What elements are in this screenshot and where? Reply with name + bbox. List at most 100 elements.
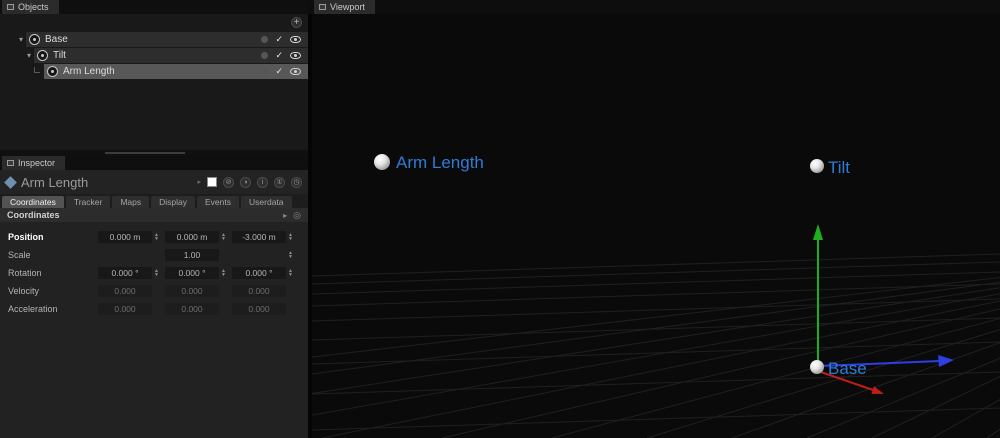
slash-circle-icon[interactable]: ⊘: [223, 176, 234, 188]
record-toggle-icon[interactable]: [261, 52, 269, 59]
viewport-label-tilt: Tilt: [828, 158, 851, 177]
tab-inspector[interactable]: Inspector: [2, 156, 66, 170]
scale-field[interactable]: 1.00: [165, 249, 219, 261]
pointer-icon[interactable]: ▸: [283, 211, 287, 220]
velocity-row: Velocity 0.000 0.000 0.000: [0, 283, 308, 299]
objects-panel: + ▾ Base ✓ ▾ Tilt ✓ Arm Length ✓: [0, 14, 308, 150]
velocity-label: Velocity: [8, 286, 40, 296]
rotation-x-field[interactable]: 0.000 °: [98, 267, 152, 279]
acceleration-row: Acceleration 0.000 0.000 0.000: [0, 301, 308, 317]
tree-item-label: Arm Length: [63, 66, 115, 77]
tab-viewport-label: Viewport: [330, 2, 365, 12]
object-icon: [29, 34, 40, 45]
acceleration-label: Acceleration: [8, 304, 58, 314]
tree-item-label: Tilt: [53, 50, 66, 61]
enabled-check-icon[interactable]: ✓: [275, 51, 283, 60]
splitter-handle[interactable]: [105, 152, 185, 154]
tab-display[interactable]: Display: [151, 196, 196, 208]
color-swatch[interactable]: [207, 177, 217, 187]
inspector-title: Arm Length: [21, 174, 89, 190]
coordinates-section-header: Coordinates ▸ ◎: [0, 208, 308, 222]
tree-item-label: Base: [45, 34, 68, 45]
section-title: Coordinates: [7, 210, 60, 220]
sphere-tilt[interactable]: [810, 159, 824, 173]
tab-maps[interactable]: Maps: [112, 196, 150, 208]
viewport-canvas[interactable]: Arm Length Tilt Base: [312, 14, 1000, 438]
grid-lines: [312, 253, 1000, 438]
acceleration-y-field: 0.000: [165, 303, 219, 315]
application-window: Objects + ▾ Base ✓ ▾ Tilt ✓ Arm Length ✓…: [0, 0, 1000, 438]
add-object-button[interactable]: +: [291, 17, 302, 28]
sphere-arm-length[interactable]: [374, 154, 390, 170]
inspector-header: Arm Length ▸ ⊘ ◑ i ① ◷: [0, 170, 308, 194]
record-toggle-icon[interactable]: [261, 68, 269, 75]
object-icon: [47, 66, 58, 77]
tab-objects-label: Objects: [18, 2, 49, 12]
tab-events[interactable]: Events: [197, 196, 240, 208]
objects-tabbar: Objects: [0, 0, 308, 14]
scale-row: Scale 1.00 ▲ ▼: [0, 247, 308, 263]
acceleration-z-field: 0.000: [232, 303, 286, 315]
green-axis-arrow[interactable]: [813, 224, 823, 366]
position-x-field[interactable]: 0.000 m: [98, 231, 152, 243]
stepper[interactable]: ▲ ▼: [288, 233, 293, 242]
velocity-x-field: 0.000: [98, 285, 152, 297]
stepper[interactable]: ▲ ▼: [221, 233, 226, 242]
tab-tracker[interactable]: Tracker: [65, 196, 111, 208]
enabled-check-icon[interactable]: ✓: [275, 35, 283, 44]
tree-branch-icon: [34, 66, 40, 73]
inspector-tabs: Coordinates Tracker Maps Display Events …: [0, 194, 308, 208]
tab-viewport[interactable]: Viewport: [314, 0, 375, 14]
target-icon[interactable]: ◎: [293, 210, 301, 221]
coordinates-properties: Position 0.000 m ▲ ▼ 0.000 m ▲ ▼ -3.000 m …: [0, 222, 308, 317]
grid-and-gizmo-layer: [312, 224, 1000, 438]
tree-row-base[interactable]: ▾ Base ✓: [0, 32, 308, 47]
clock-icon[interactable]: ◷: [291, 176, 302, 188]
tree-indent: [0, 64, 44, 79]
expander-icon[interactable]: ▾: [19, 35, 26, 44]
panel-icon: [319, 4, 326, 10]
velocity-y-field: 0.000: [165, 285, 219, 297]
viewport-label-base: Base: [828, 359, 867, 378]
object-tree: ▾ Base ✓ ▾ Tilt ✓ Arm Length ✓: [0, 32, 308, 80]
visibility-eye-icon[interactable]: [290, 52, 301, 59]
object-type-icon: [4, 175, 17, 189]
tab-coordinates[interactable]: Coordinates: [2, 196, 64, 208]
tree-row-arm-length[interactable]: Arm Length ✓: [0, 64, 308, 79]
panel-icon: [7, 4, 14, 10]
record-toggle-icon[interactable]: [261, 36, 269, 43]
enabled-check-icon[interactable]: ✓: [275, 67, 283, 76]
tab-objects[interactable]: Objects: [2, 0, 59, 14]
sphere-base[interactable]: [810, 360, 824, 374]
viewport-panel: Viewport Arm Length Tilt Base: [308, 0, 1000, 438]
visibility-eye-icon[interactable]: [290, 68, 301, 75]
expander-icon[interactable]: ▾: [27, 51, 34, 60]
stepper[interactable]: ▲ ▼: [288, 269, 293, 278]
rotation-y-field[interactable]: 0.000 °: [165, 267, 219, 279]
rotation-row: Rotation 0.000 ° ▲ ▼ 0.000 ° ▲ ▼ 0.000 ° ▲…: [0, 265, 308, 281]
menu-arrow-icon[interactable]: ▸: [197, 178, 201, 186]
position-label: Position: [8, 232, 44, 242]
viewport-label-arm-length: Arm Length: [396, 153, 484, 172]
inspector-panel: Inspector Arm Length ▸ ⊘ ◑ i ① ◷ Coordin…: [0, 156, 308, 438]
left-panel: Objects + ▾ Base ✓ ▾ Tilt ✓ Arm Length ✓…: [0, 0, 308, 438]
velocity-z-field: 0.000: [232, 285, 286, 297]
stepper[interactable]: ▲ ▼: [221, 269, 226, 278]
rotation-z-field[interactable]: 0.000 °: [232, 267, 286, 279]
tree-indent: ▾: [0, 32, 26, 47]
acceleration-x-field: 0.000: [98, 303, 152, 315]
stepper[interactable]: ▲ ▼: [154, 233, 159, 242]
inspector-tabbar: Inspector: [0, 156, 308, 170]
stepper[interactable]: ▲ ▼: [288, 251, 293, 260]
info-icon[interactable]: i: [257, 176, 268, 188]
object-icon: [37, 50, 48, 61]
contrast-icon[interactable]: ◑: [240, 176, 251, 188]
scale-label: Scale: [8, 250, 31, 260]
index-icon[interactable]: ①: [274, 176, 285, 188]
stepper[interactable]: ▲ ▼: [154, 269, 159, 278]
visibility-eye-icon[interactable]: [290, 36, 301, 43]
tab-userdata[interactable]: Userdata: [241, 196, 292, 208]
position-z-field[interactable]: -3.000 m: [232, 231, 286, 243]
position-y-field[interactable]: 0.000 m: [165, 231, 219, 243]
tree-row-tilt[interactable]: ▾ Tilt ✓: [0, 48, 308, 63]
